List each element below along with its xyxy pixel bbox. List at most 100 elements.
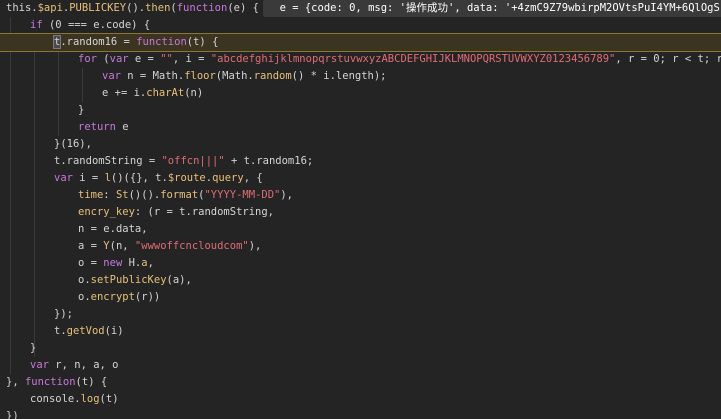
code-token: o. <box>78 274 91 286</box>
string-literal: "abcdefghijklmnopqrstuvwxyzABCDEFGHIJKLM… <box>210 53 616 65</box>
code-token: + t. <box>224 155 257 167</box>
code-token: data <box>115 223 142 235</box>
code-token: , <box>147 257 154 269</box>
keyword-token: if <box>30 19 43 31</box>
code-token: ; <box>306 155 314 167</box>
code-token: PUBLICKEY <box>69 2 127 14</box>
code-token: a = <box>78 240 104 252</box>
code-line[interactable]: return e <box>0 119 721 136</box>
code-token: n = Math. <box>120 70 185 82</box>
code-token: } <box>30 342 37 354</box>
code-editor[interactable]: this.$api.PUBLICKEY().then(function(e) {… <box>0 0 721 419</box>
code-line[interactable]: } <box>0 340 721 357</box>
code-token: (n) <box>184 87 204 99</box>
code-token: }, <box>6 376 25 388</box>
code-token: H. <box>122 257 142 269</box>
code-token: random <box>253 70 292 82</box>
code-line[interactable]: t.randomString = "offcn|||" + t.random16… <box>0 153 721 170</box>
code-token: i = <box>72 172 105 184</box>
code-token: encry_key <box>78 206 135 218</box>
code-token: } <box>78 104 85 116</box>
paused-code-line[interactable]: t.random16 = function(t) { <box>0 33 721 52</box>
code-token: (Math. <box>215 70 254 82</box>
code-token: (i) <box>104 325 124 337</box>
code-token: floor <box>184 70 216 82</box>
code-line[interactable]: encry_key: (r = t.randomString, <box>0 204 721 221</box>
code-token: , r = 0; r < t; r++) { <box>615 53 721 65</box>
code-token: (t) { <box>186 36 219 48</box>
code-token: $route <box>167 172 206 184</box>
code-token: = <box>117 36 137 48</box>
string-literal: "YYYY-MM-DD" <box>204 189 281 201</box>
code-line[interactable]: n = e.data, <box>0 221 721 238</box>
code-token: encrypt <box>90 291 135 303</box>
code-line[interactable]: o = new H.a, <box>0 255 721 272</box>
keyword-token: for <box>78 53 97 65</box>
code-line[interactable]: var i = l()({}, t.$route.query, { <box>0 170 721 187</box>
code-token: (0 === <box>42 19 94 31</box>
code-token: }) <box>6 410 19 419</box>
code-token: (n, <box>109 240 135 252</box>
code-line[interactable]: e += i.charAt(n) <box>0 85 721 102</box>
code-token: e += i. <box>102 87 147 99</box>
code-token: n = e. <box>78 223 116 235</box>
code-token: then <box>145 2 171 14</box>
code-token: , <box>141 223 148 235</box>
code-token: (). <box>126 2 146 14</box>
code-token: random16 <box>66 36 118 48</box>
keyword-token: var <box>102 70 121 82</box>
code-token: St <box>115 189 129 201</box>
code-line[interactable]: } <box>0 102 721 119</box>
code-token: o. <box>78 291 91 303</box>
code-token: console. <box>30 393 81 405</box>
code-line[interactable]: }, function(t) { <box>0 374 721 391</box>
keyword-token: function <box>136 36 187 48</box>
code-token: (t) { <box>75 376 108 388</box>
code-token: ()(). <box>128 189 161 201</box>
code-token: : <box>103 189 116 201</box>
keyword-token: var <box>54 172 73 184</box>
code-line[interactable]: o.encrypt(r)) <box>0 289 721 306</box>
string-literal: "" <box>160 53 173 65</box>
code-token: this. <box>6 2 38 14</box>
inline-value-hint: e = {code: 0, msg: '操作成功', data: '+4zmC9… <box>262 0 721 17</box>
string-literal: "wwwoffcncloudcom" <box>134 240 249 252</box>
code-token: time <box>78 189 104 201</box>
code-token: o = <box>78 257 104 269</box>
code-token: e <box>115 121 129 133</box>
code-token: () * i.length); <box>291 70 387 82</box>
code-line[interactable]: this.$api.PUBLICKEY().then(function(e) {… <box>0 0 721 17</box>
code-token: }(16), <box>54 138 92 150</box>
code-token: charAt <box>146 87 185 99</box>
code-token: , i = <box>172 53 211 65</box>
code-line[interactable]: for (var e = "", i = "abcdefghijklmnopqr… <box>0 51 721 68</box>
code-line[interactable]: }) <box>0 408 721 419</box>
code-token: query <box>212 172 244 184</box>
code-line[interactable]: if (0 === e.code) { <box>0 17 721 34</box>
keyword-token: var <box>109 53 129 65</box>
code-token: format <box>160 189 199 201</box>
keyword-token: function <box>176 2 228 14</box>
code-line[interactable]: a = Y(n, "wwwoffcncloudcom"), <box>0 238 721 255</box>
code-token: randomString <box>191 206 268 218</box>
code-token: (a), <box>166 274 192 286</box>
code-token: ), <box>280 189 293 201</box>
code-token: t. <box>54 155 67 167</box>
code-token: ( <box>96 53 110 65</box>
code-token: randomString <box>66 155 143 167</box>
code-line[interactable]: var n = Math.floor(Math.random() * i.len… <box>0 68 721 85</box>
code-token: log <box>80 393 100 405</box>
code-line[interactable]: }); <box>0 306 721 323</box>
code-line[interactable]: }(16), <box>0 136 721 153</box>
code-token: (t) <box>99 393 119 405</box>
code-token: ()({}, t. <box>110 172 168 184</box>
code-line[interactable]: t.getVod(i) <box>0 323 721 340</box>
code-line[interactable]: time: St()().format("YYYY-MM-DD"), <box>0 187 721 204</box>
code-token: r, n, a, o <box>48 359 119 371</box>
code-line[interactable]: console.log(t) <box>0 391 721 408</box>
code-line[interactable]: o.setPublicKey(a), <box>0 272 721 289</box>
code-token: , { <box>243 172 263 184</box>
keyword-token: new <box>103 257 123 269</box>
code-line[interactable]: var r, n, a, o <box>0 357 721 374</box>
keyword-token: function <box>24 376 76 388</box>
